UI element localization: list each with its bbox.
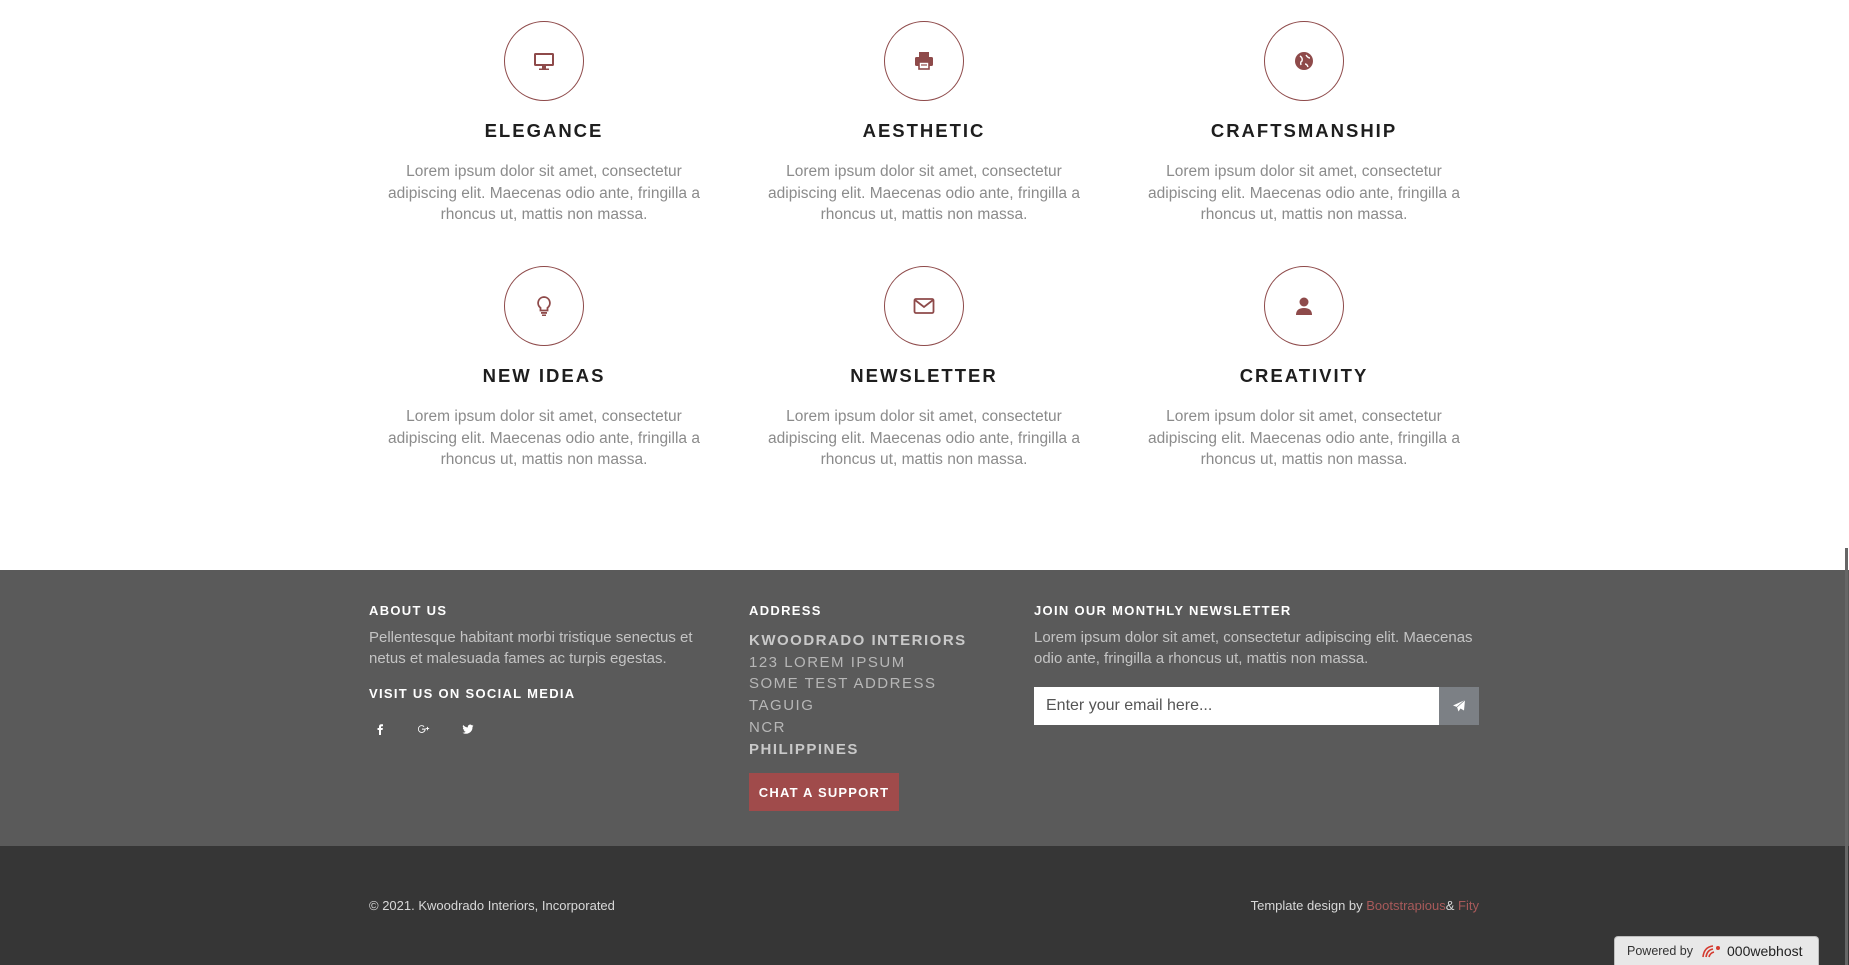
feature-icon-circle <box>884 266 964 346</box>
webhost-brand: 000webhost <box>1701 943 1803 959</box>
feature-icon-circle <box>504 21 584 101</box>
lightbulb-icon <box>537 296 551 316</box>
address-line: NCR <box>749 718 786 736</box>
feature-title: AESTHETIC <box>862 120 986 141</box>
feature-title: ELEGANCE <box>484 120 604 141</box>
feature-craftsmanship: CRAFTSMANSHIP Lorem ipsum dolor sit amet… <box>1126 21 1482 226</box>
webhost-logo-icon <box>1702 945 1721 958</box>
social-heading: VISIT US ON SOCIAL MEDIA <box>369 686 576 701</box>
desktop-icon <box>534 53 554 70</box>
feature-text: Lorem ipsum dolor sit amet, consectetur … <box>1148 163 1460 223</box>
bootstrapious-link[interactable]: Bootstrapious <box>1366 898 1446 913</box>
facebook-icon <box>377 724 383 735</box>
about-text: Pellentesque habitant morbi tristique se… <box>369 629 693 667</box>
envelope-icon <box>913 298 935 314</box>
feature-creativity: CREATIVITY Lorem ipsum dolor sit amet, c… <box>1126 266 1482 471</box>
feature-title: NEW IDEAS <box>482 365 606 386</box>
powered-by-label: Powered by <box>1627 944 1694 958</box>
address-block: KWOODRADO INTERIORS 123 LOREM IPSUM SOME… <box>749 630 967 760</box>
globe-icon <box>1295 52 1313 70</box>
feature-newsletter: NEWSLETTER Lorem ipsum dolor sit amet, c… <box>746 266 1102 471</box>
print-icon <box>915 52 933 70</box>
features-section: ELEGANCE Lorem ipsum dolor sit amet, con… <box>0 0 1849 570</box>
page-scrollbar[interactable] <box>1845 548 1848 965</box>
feature-text: Lorem ipsum dolor sit amet, consectetur … <box>1148 408 1460 468</box>
webhost-brand-name: 000webhost <box>1727 943 1803 959</box>
address-line: SOME TEST ADDRESS <box>749 675 937 693</box>
google-plus-button[interactable] <box>413 718 435 740</box>
feature-icon-circle <box>1264 266 1344 346</box>
google-plus-icon <box>418 725 430 733</box>
address-heading: ADDRESS <box>749 603 822 618</box>
feature-new-ideas: NEW IDEAS Lorem ipsum dolor sit amet, co… <box>366 266 722 471</box>
facebook-button[interactable] <box>369 718 391 740</box>
paper-plane-icon <box>1453 699 1466 712</box>
social-links <box>369 718 479 740</box>
footer-main: ABOUT US Pellentesque habitant morbi tri… <box>0 570 1849 846</box>
feature-icon-circle <box>1264 21 1344 101</box>
footer-bottom: © 2021. Kwoodrado Interiors, Incorporate… <box>0 846 1849 965</box>
feature-aesthetic: AESTHETIC Lorem ipsum dolor sit amet, co… <box>746 21 1102 226</box>
newsletter-text: Lorem ipsum dolor sit amet, consectetur … <box>1034 629 1473 667</box>
newsletter-heading: JOIN OUR MONTHLY NEWSLETTER <box>1034 603 1292 618</box>
address-line: 123 LOREM IPSUM <box>749 653 906 671</box>
copyright-text: © 2021. Kwoodrado Interiors, Incorporate… <box>369 898 615 913</box>
feature-text: Lorem ipsum dolor sit amet, consectetur … <box>768 408 1080 468</box>
about-heading: ABOUT US <box>369 603 448 618</box>
twitter-icon <box>462 724 474 734</box>
template-credit: Template design by Bootstrapious& Fity <box>1251 898 1479 913</box>
feature-title: NEWSLETTER <box>850 365 998 386</box>
feature-title: CRAFTSMANSHIP <box>1210 120 1398 141</box>
powered-by-badge[interactable]: Powered by 000webhost <box>1614 936 1819 965</box>
chat-support-button[interactable]: CHAT A SUPPORT <box>749 773 899 811</box>
credit-ampersand: & <box>1445 898 1459 913</box>
address-country: PHILIPPINES <box>749 740 859 758</box>
twitter-button[interactable] <box>457 718 479 740</box>
newsletter-submit-button[interactable] <box>1439 687 1479 725</box>
newsletter-form <box>1034 687 1479 725</box>
feature-elegance: ELEGANCE Lorem ipsum dolor sit amet, con… <box>366 21 722 226</box>
user-icon <box>1296 297 1312 315</box>
email-input[interactable] <box>1034 687 1439 725</box>
address-company: KWOODRADO INTERIORS <box>749 632 967 649</box>
address-line: TAGUIG <box>749 697 815 715</box>
feature-text: Lorem ipsum dolor sit amet, consectetur … <box>388 408 700 468</box>
feature-icon-circle <box>884 21 964 101</box>
credit-prefix: Template design by <box>1250 898 1367 913</box>
feature-text: Lorem ipsum dolor sit amet, consectetur … <box>768 163 1080 223</box>
feature-icon-circle <box>504 266 584 346</box>
fity-link[interactable]: Fity <box>1458 898 1479 913</box>
feature-text: Lorem ipsum dolor sit amet, consectetur … <box>388 163 700 223</box>
feature-title: CREATIVITY <box>1239 365 1369 386</box>
